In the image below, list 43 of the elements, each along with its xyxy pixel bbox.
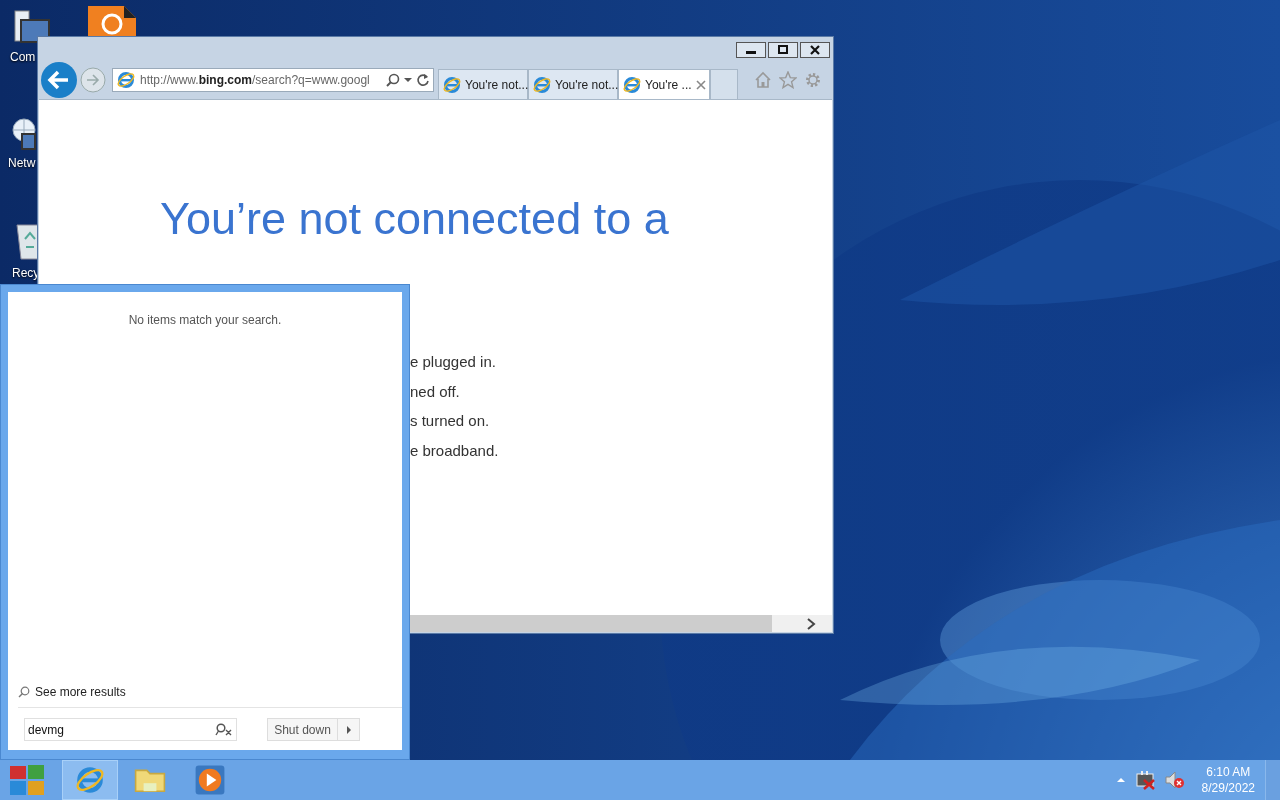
refresh-icon[interactable] bbox=[416, 73, 430, 87]
body-text: s turned on. bbox=[410, 411, 491, 431]
taskbar-button[interactable] bbox=[62, 760, 118, 800]
icon-label: Netw bbox=[8, 156, 36, 170]
icon-label: Com bbox=[10, 50, 36, 64]
options-button[interactable] bbox=[338, 718, 360, 741]
clear-search-icon bbox=[215, 723, 233, 737]
forward-icon[interactable] bbox=[80, 67, 106, 93]
browser-tab[interactable]: You're ... bbox=[618, 69, 710, 99]
play-icon bbox=[194, 764, 226, 796]
body-text: ned off. bbox=[410, 381, 461, 402]
browser-icon bbox=[442, 74, 462, 95]
search-field[interactable]: devmg bbox=[24, 718, 237, 741]
search-icon bbox=[18, 686, 30, 698]
browser-icon bbox=[532, 74, 552, 95]
shut-down-button[interactable]: Shut down bbox=[267, 718, 338, 741]
maximize-icon[interactable] bbox=[768, 42, 798, 58]
error-heading: You’re not connected to a bbox=[160, 192, 670, 246]
clock-date: 8/29/2022 bbox=[1201, 780, 1255, 796]
network-icon[interactable] bbox=[1133, 770, 1156, 790]
see-more-link[interactable]: See more results bbox=[18, 685, 402, 708]
back-icon[interactable] bbox=[40, 61, 78, 99]
body-text: e broadband. bbox=[410, 440, 500, 461]
star-icon[interactable] bbox=[779, 71, 797, 89]
minimize-icon[interactable] bbox=[736, 42, 766, 58]
browser-icon bbox=[116, 70, 136, 90]
clock-time: 6:10 AM bbox=[1206, 764, 1251, 780]
settings-icon[interactable] bbox=[804, 71, 822, 89]
browser-icon bbox=[622, 74, 642, 95]
body-text: e plugged in. bbox=[410, 352, 497, 372]
browser-tab[interactable]: You're not... bbox=[528, 69, 618, 99]
speaker-icon[interactable] bbox=[1163, 770, 1186, 790]
browser-tab[interactable]: You're not... bbox=[438, 69, 528, 99]
address-field[interactable]: http://www.bing.com/search?q=www.googl bbox=[112, 68, 434, 92]
start-icon[interactable] bbox=[10, 765, 44, 795]
empty-message: No items match your search. bbox=[127, 313, 283, 327]
search-icon[interactable] bbox=[386, 73, 400, 87]
close-icon[interactable] bbox=[800, 42, 830, 58]
home-icon[interactable] bbox=[754, 71, 772, 89]
arrow-icon bbox=[345, 725, 352, 734]
network-icon bbox=[12, 118, 36, 150]
url-text: http://www.bing.com/search?q=www.googl bbox=[140, 73, 371, 87]
browser-icon bbox=[74, 764, 106, 796]
